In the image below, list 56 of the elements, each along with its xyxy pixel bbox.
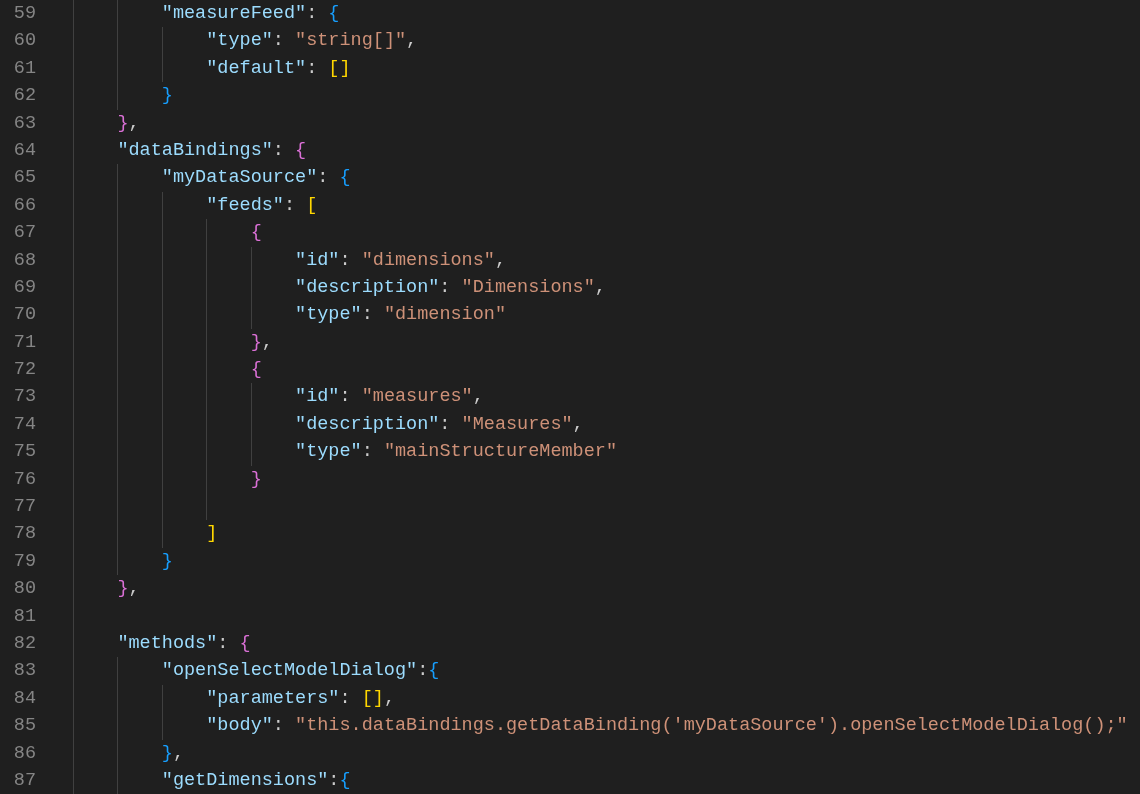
code-line: "dataBindings": {	[117, 138, 307, 163]
code-line: "methods": {	[117, 632, 251, 656]
line-number: 61	[12, 56, 36, 81]
line-number: 82	[12, 632, 36, 656]
code-line: }	[250, 467, 262, 492]
line-number: 68	[12, 248, 36, 273]
line-number: 65	[12, 166, 36, 191]
code-line: "description": "Dimensions",	[295, 275, 606, 300]
line-number: 60	[12, 29, 36, 54]
code-line: },	[117, 577, 140, 602]
line-number: 77	[12, 495, 36, 520]
line-number: 85	[12, 714, 36, 739]
code-line: "feeds": [	[206, 193, 318, 218]
code-line: }	[161, 549, 173, 574]
code-line: "openSelectModelDialog":{	[161, 659, 440, 684]
line-number: 76	[12, 467, 36, 492]
code-line: }	[161, 84, 173, 109]
code-line: },	[250, 330, 273, 355]
code-line: "type": "dimension"	[295, 303, 506, 328]
line-number: 66	[12, 193, 36, 218]
line-number: 80	[12, 577, 36, 602]
code-line: "type": "string[]",	[206, 29, 418, 54]
code-line: "myDataSource": {	[161, 166, 351, 191]
code-line: "getDimensions":{	[161, 768, 351, 793]
code-line: "type": "mainStructureMember"	[295, 440, 617, 465]
line-number: 78	[12, 522, 36, 547]
line-number: 64	[12, 138, 36, 163]
line-number: 87	[12, 768, 36, 793]
code-line: {	[250, 358, 262, 383]
code-line: {	[250, 221, 262, 246]
line-number: 75	[12, 440, 36, 465]
code-line: "parameters": [],	[206, 686, 395, 711]
code-line: "description": "Measures",	[295, 412, 584, 437]
code-line: "id": "measures",	[295, 385, 484, 410]
line-number: 79	[12, 549, 36, 574]
line-number: 70	[12, 303, 36, 328]
line-number: 72	[12, 358, 36, 383]
line-number: 81	[12, 604, 36, 629]
code-line: "id": "dimensions",	[295, 248, 506, 273]
code-line: "default": []	[206, 56, 351, 81]
line-number: 67	[12, 221, 36, 246]
line-number: 69	[12, 275, 36, 300]
line-number: 84	[12, 686, 36, 711]
line-number: 73	[12, 385, 36, 410]
line-number: 83	[12, 659, 36, 684]
code-line: },	[161, 741, 185, 766]
line-number: 62	[12, 84, 36, 109]
line-number: 71	[12, 330, 36, 355]
code-line: },	[117, 111, 140, 136]
line-number: 74	[12, 412, 36, 437]
line-number: 63	[12, 111, 36, 136]
line-number: 59	[12, 2, 36, 26]
code-line: ]	[206, 522, 218, 547]
code-line: "body": "this.dataBindings.getDataBinding('myDataSource').openSelectModelDialog();"	[206, 714, 1128, 739]
code-line: "measureFeed": {	[161, 2, 340, 26]
line-number: 86	[12, 741, 36, 766]
